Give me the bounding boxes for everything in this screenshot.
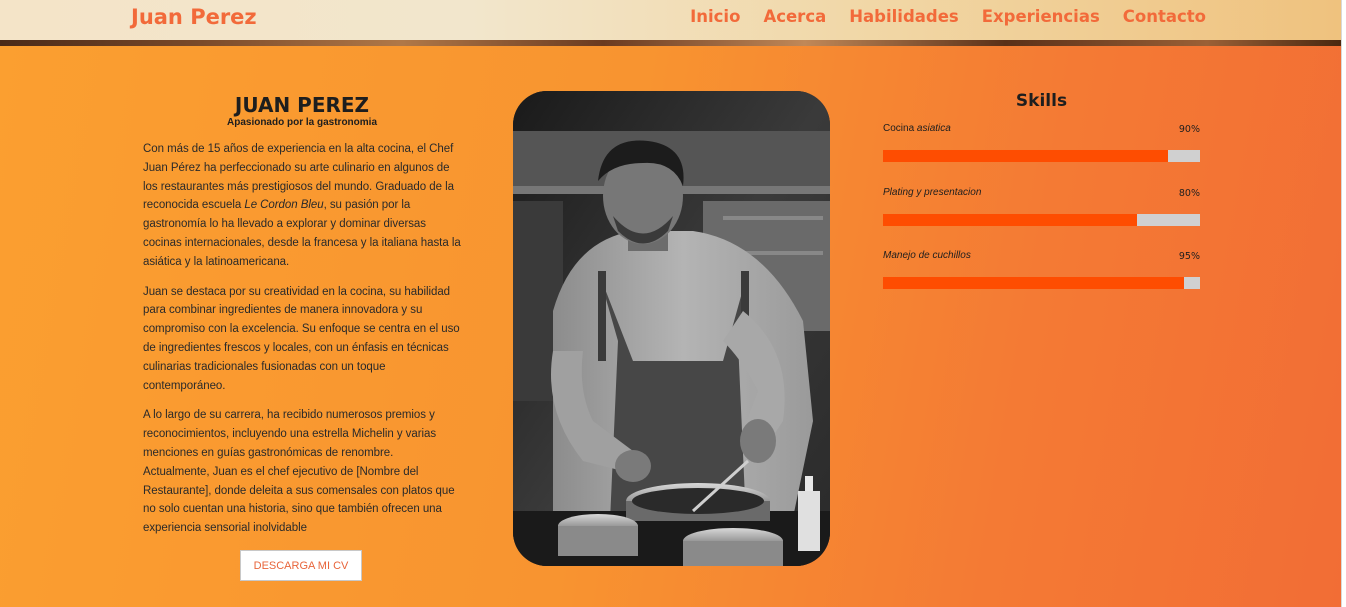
site-header: Juan Perez Inicio Acerca Habilidades Exp…	[0, 0, 1341, 40]
skill-percent: 90%	[1178, 124, 1200, 135]
skill-progress-track	[883, 214, 1200, 226]
about-text-column: JUAN PEREZ Apasionado por la gastronomia…	[143, 92, 461, 538]
skill-progress-track	[883, 277, 1200, 289]
nav-link-contacto[interactable]: Contacto	[1123, 7, 1206, 26]
skill-percent: 95%	[1178, 251, 1200, 262]
window-edge	[1341, 0, 1346, 607]
download-cv-button[interactable]: DESCARGA MI CV	[240, 550, 362, 581]
school-name: Le Cordon Bleu	[244, 199, 324, 212]
main-nav: Inicio Acerca Habilidades Experiencias C…	[690, 7, 1206, 26]
skill-name-italic: Manejo de cuchillos	[883, 250, 971, 261]
about-paragraph-3: A lo largo de su carrera, ha recibido nu…	[143, 409, 455, 535]
nav-link-experiencias[interactable]: Experiencias	[982, 7, 1100, 26]
skill-name-plain: Cocina	[883, 123, 917, 134]
chef-name-heading: JUAN PEREZ	[234, 93, 370, 117]
skill-row: Manejo de cuchillos 95%	[883, 247, 1200, 297]
skill-name-italic: asiatica	[916, 123, 951, 134]
skill-progress-track	[883, 150, 1200, 162]
skill-progress-fill	[883, 277, 1184, 289]
about-paragraph-1: Con más de 15 años de experiencia en la …	[143, 140, 461, 272]
brand-logo[interactable]: Juan Perez	[131, 5, 257, 29]
chef-photo	[513, 91, 830, 566]
skill-row: Cocina asiatica 90%	[883, 120, 1200, 170]
skill-row: Plating y presentacion 80%	[883, 184, 1200, 234]
chef-tagline: Apasionado por la gastronomia	[226, 117, 378, 128]
skill-progress-fill	[883, 150, 1168, 162]
skill-name: Cocina asiatica	[883, 123, 951, 134]
nav-link-acerca[interactable]: Acerca	[763, 7, 826, 26]
nav-link-habilidades[interactable]: Habilidades	[849, 7, 959, 26]
skill-progress-fill	[883, 214, 1137, 226]
skill-name: Manejo de cuchillos	[883, 250, 971, 261]
skill-name: Plating y presentacion	[883, 187, 981, 198]
skills-heading: Skills	[1015, 91, 1068, 111]
skills-panel: Skills	[883, 91, 1200, 111]
nav-link-inicio[interactable]: Inicio	[690, 7, 740, 26]
skill-percent: 80%	[1178, 188, 1200, 199]
skill-name-italic: Plating y presentacion	[883, 187, 982, 198]
about-paragraph-2: Juan se destaca por su creatividad en la…	[143, 285, 460, 392]
